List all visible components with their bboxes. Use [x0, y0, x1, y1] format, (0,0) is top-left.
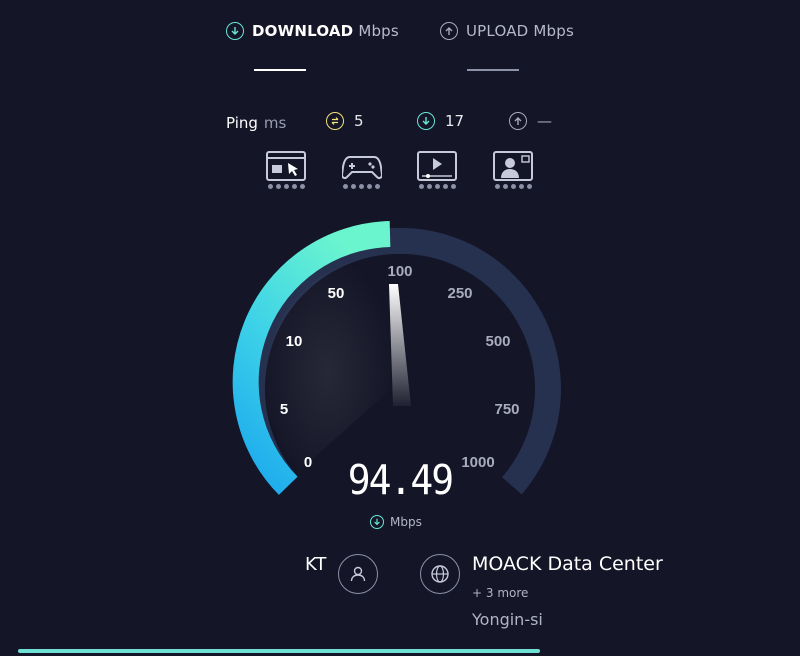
user-icon[interactable]: [338, 554, 378, 594]
ping-idle: 5: [326, 112, 364, 130]
server-location: Yongin-si: [472, 610, 543, 629]
download-small-icon: [370, 515, 384, 529]
ping-upload: —: [509, 112, 552, 130]
ping-download-value: 17: [445, 112, 465, 130]
gauge-needle: [389, 284, 411, 406]
tab-upload-unit: Mbps: [533, 22, 574, 40]
globe-icon[interactable]: [420, 554, 460, 594]
gaming-rating: [343, 184, 380, 189]
download-icon: [226, 22, 244, 40]
ping-idle-value: 5: [354, 112, 364, 130]
tab-download-unit: Mbps: [358, 22, 399, 40]
speed-value: 94.49: [347, 456, 454, 504]
tab-download[interactable]: DOWNLOAD Mbps: [226, 22, 399, 40]
browsing-rating: [268, 184, 305, 189]
ping-label: Ping: [226, 114, 258, 132]
tick-250: 250: [447, 285, 472, 302]
speed-unit-label: Mbps: [390, 515, 422, 529]
video-call-rating: [495, 184, 532, 189]
server-name[interactable]: MOACK Data Center: [472, 553, 663, 575]
tab-upload-label: UPLOAD: [466, 22, 529, 40]
ping-upload-icon: [509, 112, 527, 130]
tab-download-underline: [254, 69, 306, 71]
video-streaming-rating: [419, 184, 456, 189]
upload-icon: [440, 22, 458, 40]
ping-label-group: Ping ms: [226, 114, 286, 132]
tick-500: 500: [485, 333, 510, 350]
isp-name: KT: [305, 554, 327, 575]
ping-unit: ms: [263, 114, 287, 132]
tick-750: 750: [494, 401, 519, 418]
ping-idle-icon: [326, 112, 344, 130]
test-progress-bar: [18, 649, 540, 653]
tab-upload[interactable]: UPLOAD Mbps: [440, 22, 574, 40]
ping-download-icon: [417, 112, 435, 130]
tick-10: 10: [286, 333, 303, 350]
tick-100: 100: [387, 263, 412, 280]
tick-5: 5: [280, 401, 288, 418]
ping-upload-value: —: [537, 112, 552, 130]
tab-download-label: DOWNLOAD: [252, 22, 354, 40]
server-more-link[interactable]: + 3 more: [472, 586, 528, 600]
tick-50: 50: [328, 285, 345, 302]
speed-unit: Mbps: [370, 515, 422, 529]
ping-download: 17: [417, 112, 464, 130]
tab-upload-underline: [467, 69, 519, 71]
